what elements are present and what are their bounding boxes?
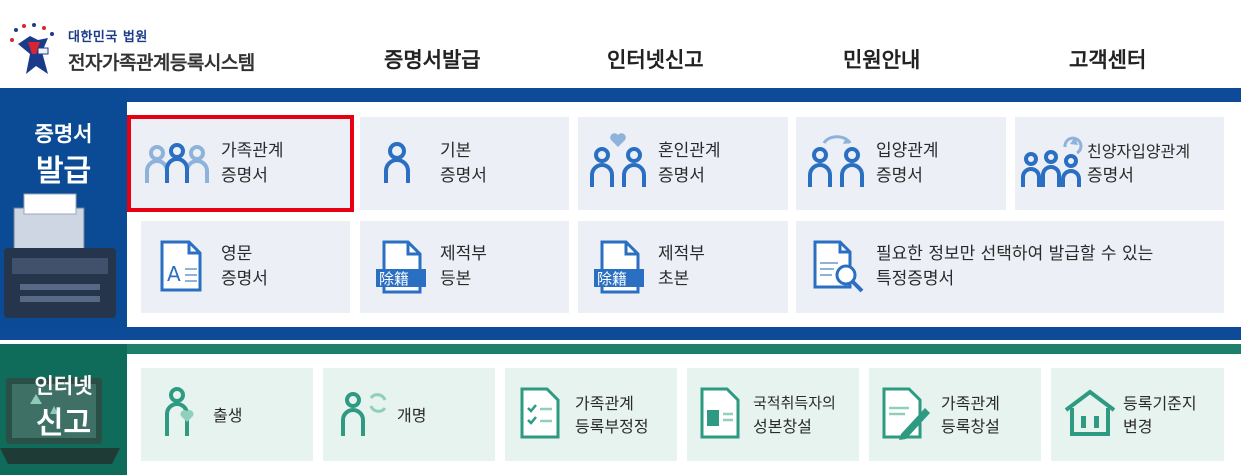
tile-line1: 혼인관계 — [658, 141, 721, 161]
tile-line1: 제적부 — [658, 244, 705, 264]
tile-full-adoption-cert[interactable]: 친양자입양관계 증명서 — [1015, 117, 1224, 210]
pregnancy-icon — [165, 387, 194, 436]
tile-line1: 가족관계 — [575, 394, 634, 413]
tile-line2: 초본 — [658, 269, 690, 289]
tile-line1: 기본 — [440, 141, 472, 161]
report-section-top-bar — [0, 344, 1241, 354]
tile-register-correction[interactable]: 가족관계 등록부정정 — [505, 368, 677, 461]
tile-line2: 증명서 — [658, 166, 705, 186]
tile-line2: 특정증명서 — [876, 269, 955, 289]
site-logo[interactable]: 대한민국 법원 전자가족관계등록시스템 — [8, 22, 268, 82]
tile-line1: 친양자입양관계 — [1087, 142, 1191, 161]
tile-english-cert[interactable]: A 영문 증명서 — [141, 221, 350, 313]
tile-line2: 등록부정정 — [575, 417, 649, 436]
tile-line2: 증명서 — [1087, 166, 1134, 186]
tile-line1: 제적부 — [440, 244, 487, 264]
tile-line2: 증명서 — [221, 166, 268, 186]
svg-text:A: A — [167, 262, 181, 286]
tile-line1: 개명 — [397, 406, 427, 425]
tile-birth-report[interactable]: 출생 — [141, 368, 313, 461]
site-header: 대한민국 법원 전자가족관계등록시스템 증명서발급 인터넷신고 민원안내 고객센… — [0, 0, 1241, 88]
tile-register-creation[interactable]: 가족관계 등록창설 — [869, 368, 1041, 461]
tile-line2: 등록창설 — [941, 417, 1000, 436]
person-icon — [384, 142, 410, 183]
logo-title: 전자가족관계등록시스템 — [68, 52, 255, 74]
report-side-title-line1: 인터넷 — [34, 374, 93, 398]
tile-registration-base-change[interactable]: 등록기준지 변경 — [1051, 368, 1224, 461]
tile-removal-register-abstract[interactable]: 除籍 제적부 초본 — [578, 221, 788, 313]
nav-internet-report[interactable]: 인터넷신고 — [607, 44, 704, 74]
svg-text:除籍: 除籍 — [597, 270, 627, 288]
removal-register-icon: 除籍 — [376, 240, 426, 294]
tile-line1: 가족관계 — [221, 141, 284, 161]
tile-line1: 등록기준지 — [1123, 394, 1197, 413]
printer-illustration-icon — [4, 193, 116, 318]
report-side-title-line2: 신고 — [35, 406, 92, 441]
adoption-icon — [808, 135, 864, 187]
tile-name-change-report[interactable]: 개명 — [323, 368, 495, 461]
tile-line1: 가족관계 — [941, 394, 1000, 413]
tile-removal-register-copy[interactable]: 除籍 제적부 등본 — [360, 221, 569, 313]
english-document-icon: A — [160, 240, 202, 292]
removal-register-icon: 除籍 — [594, 240, 644, 294]
tile-line1: 국적취득자의 — [753, 394, 836, 412]
tile-specific-cert[interactable]: 필요한 정보만 선택하여 발급할 수 있는 특정증명서 — [796, 221, 1224, 313]
house-icon — [1064, 389, 1116, 436]
cert-section-top-bar — [0, 88, 1241, 102]
tile-line1: 입양관계 — [876, 141, 939, 161]
tile-line2: 변경 — [1123, 417, 1153, 436]
document-pen-icon — [882, 387, 930, 440]
nav-certificate-issue[interactable]: 증명서발급 — [384, 44, 481, 74]
tile-line2: 등본 — [440, 269, 472, 289]
id-document-icon — [700, 387, 740, 439]
nav-civil-guide[interactable]: 민원안내 — [843, 44, 920, 74]
svg-text:除籍: 除籍 — [379, 270, 409, 288]
document-search-icon — [813, 240, 864, 293]
tile-naturalized-surname-creation[interactable]: 국적취득자의 성본창설 — [687, 368, 859, 461]
report-section-side: 인터넷 신고 — [0, 344, 127, 475]
name-change-icon — [341, 392, 387, 436]
logo-subtitle: 대한민국 법원 — [68, 30, 148, 45]
full-adoption-icon — [1021, 136, 1083, 187]
cert-section-bottom-bar — [0, 327, 1241, 340]
cert-side-title-line1: 증명서 — [34, 122, 93, 146]
tile-line1: 영문 — [221, 244, 253, 264]
tile-line2: 증명서 — [876, 166, 923, 186]
cert-section-side: 증명서 발급 — [0, 88, 127, 338]
checklist-document-icon — [520, 387, 560, 439]
tile-line1: 필요한 정보만 선택하여 발급할 수 있는 — [876, 244, 1154, 264]
tile-line2: 성본창설 — [753, 417, 812, 436]
tile-adoption-cert[interactable]: 입양관계 증명서 — [796, 117, 1006, 210]
family-icon — [145, 143, 209, 183]
tile-marriage-cert[interactable]: 혼인관계 증명서 — [578, 117, 788, 210]
tile-family-relation-cert[interactable]: 가족관계 증명서 — [127, 115, 354, 212]
tile-line1: 출생 — [213, 406, 243, 425]
tile-basic-cert[interactable]: 기본 증명서 — [360, 117, 569, 210]
tile-line2: 증명서 — [440, 166, 487, 186]
tile-line2: 증명서 — [221, 269, 268, 289]
couple-heart-icon — [590, 133, 646, 187]
nav-customer-center[interactable]: 고객센터 — [1069, 44, 1146, 74]
cert-side-title-line2: 발급 — [35, 154, 92, 189]
court-emblem-icon — [10, 23, 54, 74]
